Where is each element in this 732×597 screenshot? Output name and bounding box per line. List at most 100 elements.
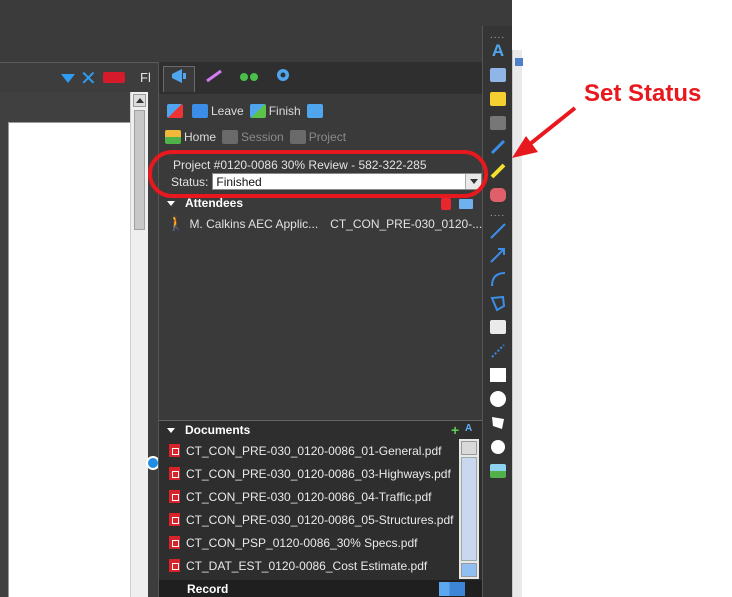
- polygon-icon: [492, 417, 504, 429]
- person-icon: 🚶: [167, 215, 185, 231]
- polygon-tool-button[interactable]: [488, 414, 508, 432]
- rectangle-icon: [490, 368, 506, 382]
- note-icon: [490, 92, 506, 106]
- document-tabstrip: ✕ Fl: [0, 62, 160, 92]
- typewriter-icon: [490, 68, 506, 82]
- grip-icon[interactable]: ....: [490, 30, 505, 41]
- highlighter-icon: [490, 163, 506, 179]
- eraser-tool-button[interactable]: [488, 186, 508, 204]
- list-item[interactable]: CT_CON_PRE-030_0120-0086_01-General.pdf: [159, 439, 457, 462]
- record-title: Record: [187, 582, 229, 596]
- list-item[interactable]: CT_CON_PRE-030_0120-0086_05-Structures.p…: [159, 508, 457, 531]
- scroll-down-arrow[interactable]: [461, 563, 477, 577]
- tab-list-dropdown-icon[interactable]: [61, 74, 75, 83]
- tab-label-partial[interactable]: Fl: [140, 70, 151, 85]
- document-name: CT_CON_PRE-030_0120-0086_03-Highways.pdf: [186, 466, 451, 481]
- home-icon: [165, 130, 181, 144]
- documents-header[interactable]: Documents: [159, 421, 483, 439]
- tab-search-binoculars-icon[interactable]: [233, 66, 265, 92]
- tab-studio-icon[interactable]: [163, 66, 195, 92]
- cloud-tool-button[interactable]: [488, 318, 508, 336]
- grip-icon[interactable]: ....: [490, 208, 505, 219]
- session-icon: [222, 130, 239, 144]
- scroll-thumb[interactable]: [134, 110, 145, 230]
- ellipse-tool-button[interactable]: [488, 390, 508, 408]
- dimension-tool-button[interactable]: [488, 342, 508, 360]
- leave-button[interactable]: Leave: [192, 104, 244, 118]
- cloud-shape-tool-button[interactable]: [488, 438, 508, 456]
- document-name: CT_CON_PRE-030_0120-0086_04-Traffic.pdf: [186, 489, 432, 504]
- stamp-icon: [490, 116, 506, 130]
- session-label: Session: [241, 130, 284, 144]
- markup-flag-icon[interactable]: [103, 72, 125, 83]
- line-icon: [490, 223, 506, 239]
- studio-panel: Leave Finish Home Session Project Projec…: [158, 62, 483, 597]
- pen-tool-button[interactable]: [488, 138, 508, 156]
- leave-label: Leave: [211, 104, 244, 118]
- tab-settings-gear-icon[interactable]: [267, 66, 299, 92]
- scroll-up-arrow[interactable]: [133, 94, 146, 107]
- project-label: Project: [308, 130, 347, 144]
- text-tool-button[interactable]: A: [488, 41, 508, 60]
- finish-button[interactable]: Finish: [249, 104, 301, 118]
- screenshot-root: ✕ Fl Leave Finish Home Session Project P…: [0, 0, 732, 597]
- dimension-icon: [491, 344, 505, 358]
- list-item[interactable]: CT_CON_PRE-030_0120-0086_03-Highways.pdf: [159, 462, 457, 485]
- list-item[interactable]: CT_CON_PSP_0120-0086_30% Specs.pdf: [159, 531, 457, 554]
- stamp-tool-button[interactable]: [488, 114, 508, 132]
- close-tab-icon[interactable]: ✕: [80, 66, 97, 90]
- arrow-icon: [490, 248, 505, 263]
- note-tool-button[interactable]: [488, 90, 508, 108]
- filter-icon[interactable]: [439, 582, 465, 596]
- image-tool-button[interactable]: [488, 462, 508, 480]
- session-button[interactable]: Session: [222, 130, 284, 144]
- scroll-up-arrow[interactable]: [461, 441, 477, 455]
- pdf-page[interactable]: [8, 122, 130, 597]
- lock-icon[interactable]: [441, 198, 451, 210]
- attendee-document: CT_CON_PRE-030_0120-...: [330, 216, 483, 231]
- scroll-thumb[interactable]: [461, 457, 477, 561]
- finish-icon: [249, 104, 266, 118]
- typewriter-tool-button[interactable]: [488, 66, 508, 84]
- arrow-tool-button[interactable]: [488, 246, 508, 264]
- session-action-row: Leave Finish: [167, 100, 332, 122]
- list-item[interactable]: CT_CON_PRE-030_0120-0086_04-Traffic.pdf: [159, 485, 457, 508]
- polyline-tool-button[interactable]: [488, 294, 508, 312]
- home-label: Home: [184, 130, 217, 144]
- pdf-icon: [169, 536, 180, 549]
- markup-toolstrip: .... A ....: [482, 26, 512, 597]
- mail-icon[interactable]: [459, 199, 473, 209]
- add-document-icon[interactable]: +: [451, 422, 459, 438]
- document-name: CT_CON_PRE-030_0120-0086_01-General.pdf: [186, 443, 442, 458]
- attendee-item[interactable]: 🚶 M. Calkins AEC Applic... CT_CON_PRE-03…: [167, 215, 482, 232]
- image-icon: [490, 464, 506, 478]
- pdf-icon: [169, 559, 180, 572]
- arc-icon: [491, 272, 506, 287]
- arc-tool-button[interactable]: [488, 270, 508, 288]
- list-item[interactable]: CT_DAT_EST_0120-0086_Cost Estimate.pdf: [159, 554, 457, 577]
- documents-scrollbar[interactable]: [459, 439, 479, 579]
- disconnect-button[interactable]: [167, 104, 186, 118]
- line-tool-button[interactable]: [488, 222, 508, 240]
- collapse-caret-icon[interactable]: [167, 200, 175, 206]
- session-settings-button[interactable]: [306, 104, 326, 118]
- sort-az-icon[interactable]: A: [465, 423, 472, 434]
- document-name: CT_CON_PSP_0120-0086_30% Specs.pdf: [186, 535, 418, 550]
- rectangle-tool-button[interactable]: [488, 366, 508, 384]
- highlighter-tool-button[interactable]: [488, 162, 508, 180]
- pdf-icon: [169, 490, 180, 503]
- document-canvas[interactable]: [0, 92, 130, 597]
- project-button[interactable]: Project: [289, 130, 347, 144]
- attendee-name: M. Calkins AEC Applic...: [189, 216, 319, 231]
- canvas-scrollbar[interactable]: [130, 92, 148, 597]
- collapse-caret-icon[interactable]: [167, 427, 175, 433]
- pen-icon: [490, 139, 506, 155]
- callout-text: Set Status: [584, 80, 702, 107]
- home-button[interactable]: Home: [165, 130, 216, 144]
- project-icon: [289, 130, 306, 144]
- ellipse-icon: [490, 391, 506, 407]
- panel-tabs: [159, 62, 483, 94]
- record-header[interactable]: Record: [159, 580, 483, 597]
- tab-measure-icon[interactable]: [199, 66, 231, 92]
- cloud-icon: [490, 320, 506, 334]
